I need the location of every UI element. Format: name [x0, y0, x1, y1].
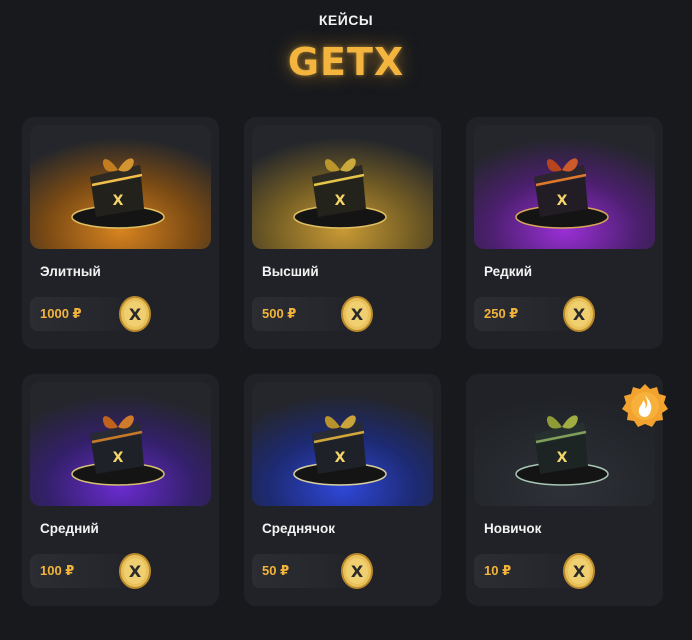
svg-text:X: X	[113, 193, 124, 209]
coin-icon: X	[341, 296, 373, 332]
svg-text:X: X	[335, 193, 346, 209]
case-title: Высший	[262, 264, 319, 279]
svg-text:X: X	[335, 450, 346, 466]
case-title: Редкий	[484, 264, 533, 279]
case-card-elite[interactable]: X Элитный 1000 ₽ X	[22, 117, 219, 349]
svg-text:X: X	[557, 450, 568, 466]
case-price: 1000 ₽	[40, 306, 82, 321]
case-title: Элитный	[40, 264, 101, 279]
section-label: КЕЙСЫ	[318, 12, 374, 28]
svg-text:X: X	[573, 305, 586, 324]
case-image: X	[252, 382, 433, 506]
case-title: Новичок	[484, 521, 542, 536]
coin-icon: X	[119, 553, 151, 589]
case-price: 100 ₽	[40, 563, 75, 578]
case-title: Средний	[40, 521, 99, 536]
svg-text:X: X	[351, 305, 364, 324]
svg-text:X: X	[573, 562, 586, 581]
coin-icon: X	[563, 553, 595, 589]
case-card-higher[interactable]: X Высший 500 ₽ X	[244, 117, 441, 349]
svg-text:X: X	[351, 562, 364, 581]
case-image: X	[30, 125, 211, 249]
brand-logo: GETX	[287, 40, 405, 84]
svg-text:X: X	[129, 305, 142, 324]
case-image: X	[30, 382, 211, 506]
case-image: X	[474, 125, 655, 249]
case-price: 250 ₽	[484, 306, 519, 321]
case-card-medium[interactable]: X Средний 100 ₽ X	[22, 374, 219, 606]
case-card-rare[interactable]: X Редкий 250 ₽ X	[466, 117, 663, 349]
case-image: X	[252, 125, 433, 249]
case-title: Среднячок	[262, 521, 335, 536]
svg-text:X: X	[557, 193, 568, 209]
coin-icon: X	[119, 296, 151, 332]
fire-badge-icon	[622, 384, 668, 427]
case-card-middling[interactable]: X Среднячок 50 ₽ X	[244, 374, 441, 606]
coin-icon: X	[341, 553, 373, 589]
coin-icon: X	[563, 296, 595, 332]
svg-text:X: X	[129, 562, 142, 581]
case-price: 500 ₽	[262, 306, 297, 321]
case-price: 10 ₽	[484, 563, 512, 578]
cases-page: КЕЙСЫ GETX X Элитный 1000 ₽ X X Высший 5…	[0, 0, 692, 640]
case-price: 50 ₽	[262, 563, 290, 578]
svg-text:X: X	[113, 450, 124, 466]
